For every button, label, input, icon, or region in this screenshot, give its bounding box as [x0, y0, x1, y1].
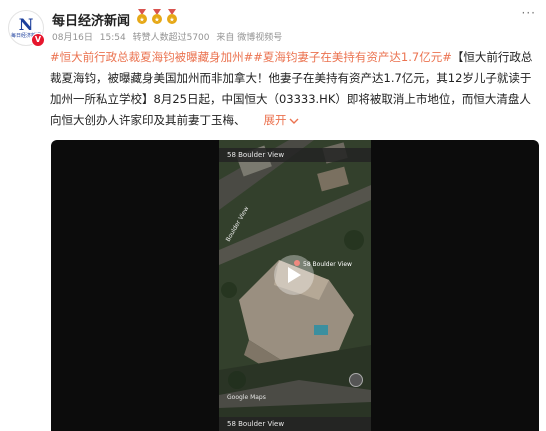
post-time: 15:54 — [99, 33, 126, 43]
svg-text:★: ★ — [169, 17, 174, 24]
video-player[interactable]: Boulder View 58 Boulder View 58 Boulder … — [51, 140, 539, 431]
medal-icon[interactable]: ★ — [150, 9, 164, 25]
google-label: Google Maps — [227, 394, 266, 401]
logo-letter: N — [18, 15, 34, 34]
post-text: #恒大前行政总裁夏海钧被曝藏身加州##夏海钧妻子在美持有资产达1.7亿元#【恒大… — [50, 47, 540, 131]
map-title-top: 58 Boulder View — [219, 148, 371, 162]
medal-icon[interactable]: ★ — [135, 9, 149, 25]
post-meta: 08月16日 15:54 转赞人数超过5700 来自 微博视频号 — [52, 30, 286, 43]
repost-count: 转赞人数超过5700 — [132, 33, 210, 43]
more-options-icon[interactable]: ··· — [522, 6, 536, 20]
play-button[interactable] — [274, 255, 314, 295]
verified-icon: V — [31, 33, 45, 47]
video-frame: Boulder View 58 Boulder View 58 Boulder … — [219, 140, 371, 431]
svg-text:★: ★ — [139, 17, 144, 24]
compass-icon — [349, 373, 363, 387]
post-source[interactable]: 来自 微博视频号 — [216, 33, 282, 43]
topic-tag[interactable]: #恒大前行政总裁夏海钧被曝藏身加州# — [50, 50, 253, 64]
post-date: 08月16日 — [52, 33, 93, 43]
expand-label: 展开 — [263, 113, 287, 127]
play-icon — [288, 267, 301, 283]
chevron-down-icon — [289, 118, 298, 124]
map-title-bottom: 58 Boulder View — [219, 417, 371, 431]
account-name[interactable]: 每日经济新闻 — [52, 10, 130, 29]
svg-text:★: ★ — [154, 17, 159, 24]
topic-tag[interactable]: #夏海钧妻子在美持有资产达1.7亿元# — [253, 50, 452, 64]
expand-link[interactable]: 展开 — [264, 113, 299, 127]
medal-icon[interactable]: ★ — [165, 9, 179, 25]
